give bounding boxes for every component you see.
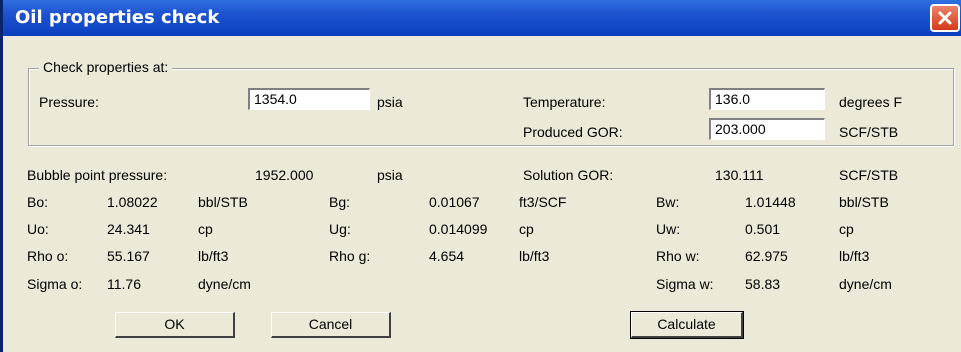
uo-value: 24.341 bbox=[107, 221, 150, 237]
rho-w-unit: lb/ft3 bbox=[839, 248, 870, 264]
temperature-input[interactable]: 136.0 bbox=[709, 88, 825, 110]
rho-w-value: 62.975 bbox=[745, 248, 788, 264]
rho-w-label: Rho w: bbox=[656, 248, 700, 264]
rho-o-unit: lb/ft3 bbox=[198, 248, 229, 264]
bw-value: 1.01448 bbox=[745, 194, 796, 210]
close-button[interactable] bbox=[930, 4, 960, 32]
uo-label: Uo: bbox=[27, 221, 49, 237]
rho-o-value: 55.167 bbox=[107, 248, 150, 264]
ok-button[interactable]: OK bbox=[115, 312, 235, 338]
sigma-w-label: Sigma w: bbox=[656, 276, 714, 292]
pressure-label: Pressure: bbox=[39, 94, 99, 110]
ug-unit: cp bbox=[519, 221, 534, 237]
oil-properties-dialog: Oil properties check Check properties at… bbox=[0, 0, 961, 352]
temperature-label: Temperature: bbox=[523, 94, 606, 110]
title-bar[interactable]: Oil properties check bbox=[3, 0, 961, 36]
sigma-w-value: 58.83 bbox=[745, 276, 781, 292]
bo-value: 1.08022 bbox=[107, 194, 158, 210]
uw-unit: cp bbox=[839, 221, 854, 237]
bg-value: 0.01067 bbox=[429, 194, 480, 210]
bg-unit: ft3/SCF bbox=[519, 194, 567, 210]
solution-gor-unit: SCF/STB bbox=[839, 167, 899, 183]
produced-gor-input[interactable]: 203.000 bbox=[709, 118, 825, 140]
sigma-o-unit: dyne/cm bbox=[198, 276, 251, 292]
produced-gor-unit: SCF/STB bbox=[839, 124, 899, 140]
solution-gor-label: Solution GOR: bbox=[523, 167, 614, 183]
window-title: Oil properties check bbox=[15, 7, 220, 28]
produced-gor-label: Produced GOR: bbox=[523, 124, 623, 140]
calculate-button[interactable]: Calculate bbox=[630, 311, 744, 339]
pressure-input[interactable]: 1354.0 bbox=[248, 88, 370, 110]
ug-value: 0.014099 bbox=[429, 221, 488, 237]
cancel-button[interactable]: Cancel bbox=[271, 312, 391, 338]
uo-unit: cp bbox=[198, 221, 213, 237]
rho-g-label: Rho g: bbox=[329, 248, 371, 264]
bo-label: Bo: bbox=[27, 194, 49, 210]
rho-g-value: 4.654 bbox=[429, 248, 465, 264]
temperature-unit: degrees F bbox=[839, 94, 903, 110]
group-legend: Check properties at: bbox=[39, 59, 173, 75]
uw-value: 0.501 bbox=[745, 221, 781, 237]
uw-label: Uw: bbox=[656, 221, 681, 237]
bubble-point-unit: psia bbox=[377, 167, 403, 183]
ug-label: Ug: bbox=[329, 221, 351, 237]
rho-g-unit: lb/ft3 bbox=[519, 248, 550, 264]
close-icon bbox=[938, 11, 952, 25]
sigma-o-value: 11.76 bbox=[107, 276, 141, 292]
bubble-point-value: 1952.000 bbox=[255, 167, 314, 183]
bw-label: Bw: bbox=[656, 194, 680, 210]
bg-label: Bg: bbox=[329, 194, 351, 210]
bw-unit: bbl/STB bbox=[839, 194, 889, 210]
pressure-unit: psia bbox=[377, 94, 403, 110]
sigma-w-unit: dyne/cm bbox=[839, 276, 892, 292]
bubble-point-label: Bubble point pressure: bbox=[27, 167, 168, 183]
rho-o-label: Rho o: bbox=[27, 248, 69, 264]
solution-gor-value: 130.111 bbox=[715, 167, 764, 183]
bo-unit: bbl/STB bbox=[198, 194, 248, 210]
sigma-o-label: Sigma o: bbox=[27, 276, 83, 292]
